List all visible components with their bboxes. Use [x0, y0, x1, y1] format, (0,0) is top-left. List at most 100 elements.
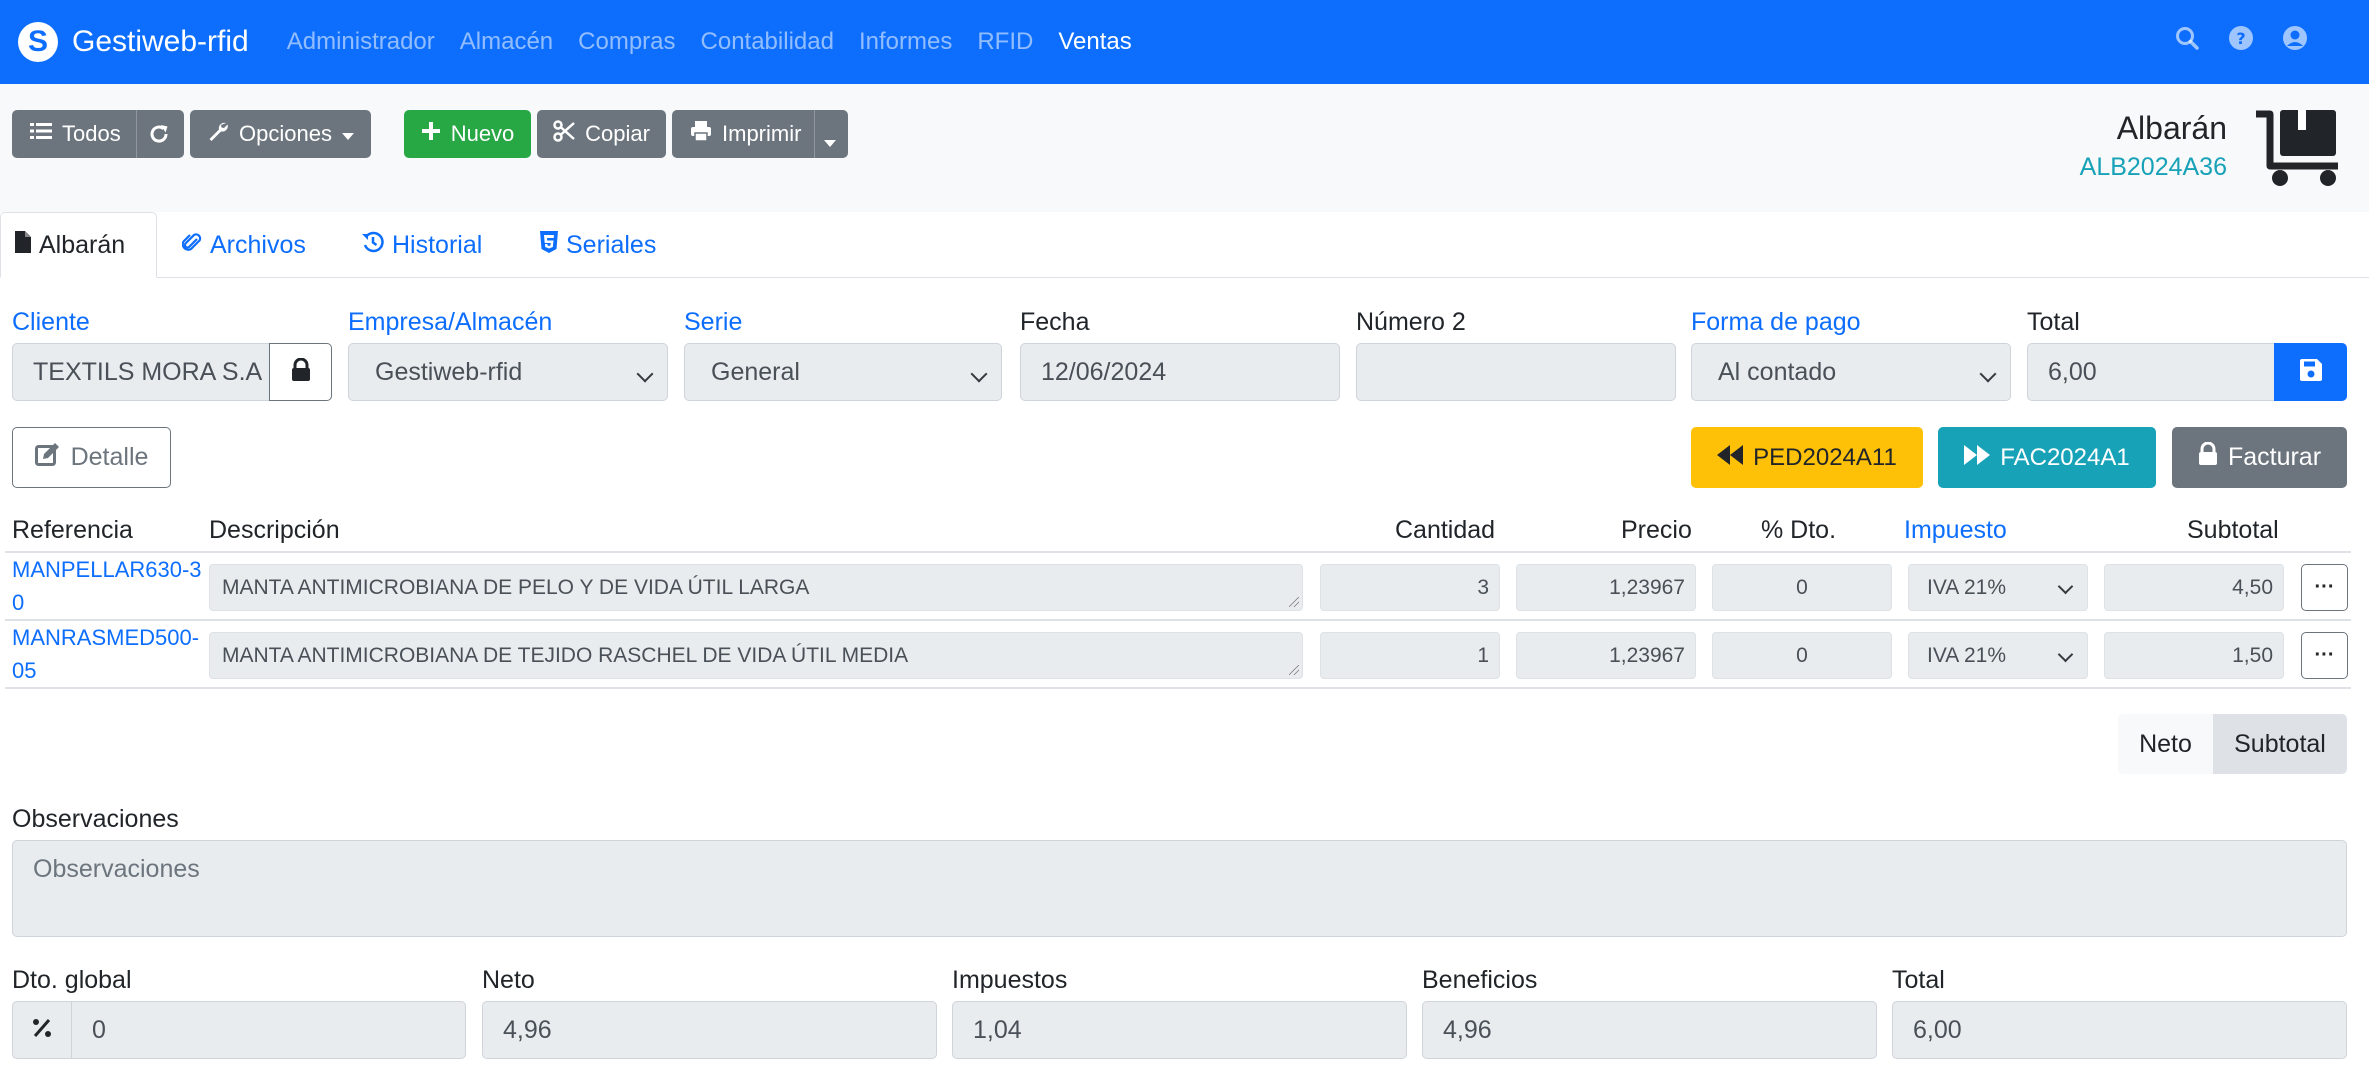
- factura-label: FAC2024A1: [2000, 443, 2130, 471]
- facturar-button[interactable]: Facturar: [2172, 427, 2347, 488]
- pedido-link-button[interactable]: PED2024A11: [1691, 427, 1923, 488]
- nav-link-informes[interactable]: Informes: [859, 28, 952, 56]
- nuevo-label: Nuevo: [450, 121, 515, 146]
- html5-icon: [540, 230, 558, 260]
- forward-icon: [1964, 444, 1991, 472]
- tabs-border: [0, 277, 2369, 278]
- list-icon: [30, 121, 52, 147]
- button-divider: [814, 110, 815, 158]
- serie-label[interactable]: Serie: [684, 308, 742, 337]
- line-more-button[interactable]: ···: [2301, 632, 2348, 679]
- nav-link-almacen[interactable]: Almacén: [460, 28, 553, 56]
- numero2-input[interactable]: [1356, 343, 1676, 401]
- total-label: Total: [2027, 308, 2080, 336]
- opciones-label: Opciones: [239, 121, 332, 146]
- col-subtotal: Subtotal: [2187, 516, 2279, 544]
- empresa-select[interactable]: Gestiweb-rfid: [348, 343, 668, 401]
- row-divider: [5, 687, 2351, 689]
- subtotal-toggle[interactable]: Subtotal: [2213, 714, 2347, 774]
- line-quantity-input[interactable]: 1: [1320, 632, 1500, 679]
- refresh-icon[interactable]: [148, 123, 170, 151]
- line-discount-input[interactable]: 0: [1712, 632, 1892, 679]
- impuestos-value: 1,04: [952, 1001, 1407, 1059]
- nav-link-administrador[interactable]: Administrador: [287, 28, 435, 56]
- user-icon[interactable]: [2281, 24, 2309, 52]
- cliente-field[interactable]: TEXTILS MORA S.A: [12, 343, 270, 401]
- line-subtotal-input[interactable]: 1,50: [2104, 632, 2284, 679]
- edit-icon: [34, 442, 61, 473]
- line-reference-link[interactable]: MANPELLAR630-30: [12, 553, 202, 619]
- detalle-label: Detalle: [70, 443, 149, 471]
- svg-text:?: ?: [2236, 29, 2245, 48]
- observaciones-textarea[interactable]: Observaciones: [12, 840, 2347, 937]
- opciones-button[interactable]: Opciones: [190, 110, 371, 158]
- line-tax-select[interactable]: IVA 21%: [1908, 564, 2088, 611]
- cliente-lock-button[interactable]: [269, 343, 332, 401]
- grand-total-value: 6,00: [1892, 1001, 2347, 1059]
- nuevo-button[interactable]: Nuevo: [404, 110, 531, 158]
- tab-archivos[interactable]: Archivos: [181, 212, 306, 278]
- forma-pago-select[interactable]: Al contado: [1691, 343, 2011, 401]
- brand[interactable]: S Gestiweb-rfid: [18, 22, 249, 62]
- empresa-label[interactable]: Empresa/Almacén: [348, 308, 552, 337]
- line-description-input[interactable]: MANTA ANTIMICROBIANA DE TEJIDO RASCHEL D…: [209, 632, 1303, 679]
- caret-down-icon[interactable]: [824, 128, 836, 154]
- col-precio: Precio: [1621, 516, 1692, 544]
- line-description-input[interactable]: MANTA ANTIMICROBIANA DE PELO Y DE VIDA Ú…: [209, 564, 1303, 611]
- percent-icon: [32, 1018, 52, 1043]
- tab-seriales-label: Seriales: [566, 230, 657, 259]
- facturar-label: Facturar: [2227, 443, 2322, 471]
- serie-select[interactable]: General: [684, 343, 1002, 401]
- tab-historial[interactable]: Historial: [362, 212, 482, 278]
- tab-albaran-label: Albarán: [39, 230, 126, 259]
- copiar-label: Copiar: [585, 121, 650, 146]
- detalle-button[interactable]: Detalle: [12, 427, 171, 488]
- line-price-input[interactable]: 1,23967: [1516, 632, 1696, 679]
- cliente-label[interactable]: Cliente: [12, 308, 90, 337]
- fecha-input[interactable]: 12/06/2024: [1020, 343, 1340, 401]
- col-impuesto[interactable]: Impuesto: [1904, 516, 2007, 545]
- save-button[interactable]: [2274, 343, 2347, 401]
- tab-seriales[interactable]: Seriales: [540, 212, 656, 278]
- search-icon[interactable]: [2173, 24, 2201, 52]
- todos-button-group: Todos: [12, 110, 184, 158]
- dolly-icon: [2252, 108, 2344, 188]
- backward-icon: [1717, 444, 1744, 472]
- document-code: ALB2024A36: [2079, 153, 2227, 181]
- lock-icon: [291, 357, 311, 387]
- table-header-divider: [5, 551, 2351, 553]
- numero2-label: Número 2: [1356, 308, 1466, 336]
- tab-albaran[interactable]: Albarán: [0, 212, 157, 278]
- imprimir-button[interactable]: Imprimir: [672, 110, 848, 158]
- plus-icon: [421, 121, 441, 147]
- line-reference-link[interactable]: MANRASMED500-05: [12, 621, 202, 687]
- observaciones-label: Observaciones: [12, 805, 179, 833]
- line-price-input[interactable]: 1,23967: [1516, 564, 1696, 611]
- fecha-label: Fecha: [1020, 308, 1090, 336]
- line-quantity-input[interactable]: 3: [1320, 564, 1500, 611]
- grand-total-label: Total: [1892, 966, 1945, 994]
- line-subtotal-input[interactable]: 4,50: [2104, 564, 2284, 611]
- dto-global-input[interactable]: 0: [71, 1001, 466, 1059]
- line-discount-input[interactable]: 0: [1712, 564, 1892, 611]
- save-icon: [2299, 358, 2322, 386]
- nav-link-contabilidad[interactable]: Contabilidad: [701, 28, 834, 56]
- pedido-label: PED2024A11: [1753, 443, 1897, 471]
- impuestos-label: Impuestos: [952, 966, 1068, 994]
- neto-toggle[interactable]: Neto: [2118, 714, 2213, 774]
- help-icon[interactable]: ?: [2227, 24, 2255, 52]
- todos-button[interactable]: Todos: [62, 121, 121, 147]
- printer-icon: [690, 120, 712, 148]
- line-more-button[interactable]: ···: [2301, 564, 2348, 611]
- line-tax-select[interactable]: IVA 21%: [1908, 632, 2088, 679]
- nav-link-ventas[interactable]: Ventas: [1058, 28, 1131, 56]
- copiar-button[interactable]: Copiar: [537, 110, 666, 158]
- button-divider: [136, 110, 137, 158]
- caret-down-icon: [341, 121, 354, 147]
- factura-link-button[interactable]: FAC2024A1: [1938, 427, 2156, 488]
- nav-link-rfid[interactable]: RFID: [977, 28, 1033, 56]
- nav-link-compras[interactable]: Compras: [578, 28, 675, 56]
- lock-icon: [2198, 441, 2218, 473]
- forma-pago-label[interactable]: Forma de pago: [1691, 308, 1861, 337]
- document-header: Albarán ALB2024A36: [2080, 110, 2227, 182]
